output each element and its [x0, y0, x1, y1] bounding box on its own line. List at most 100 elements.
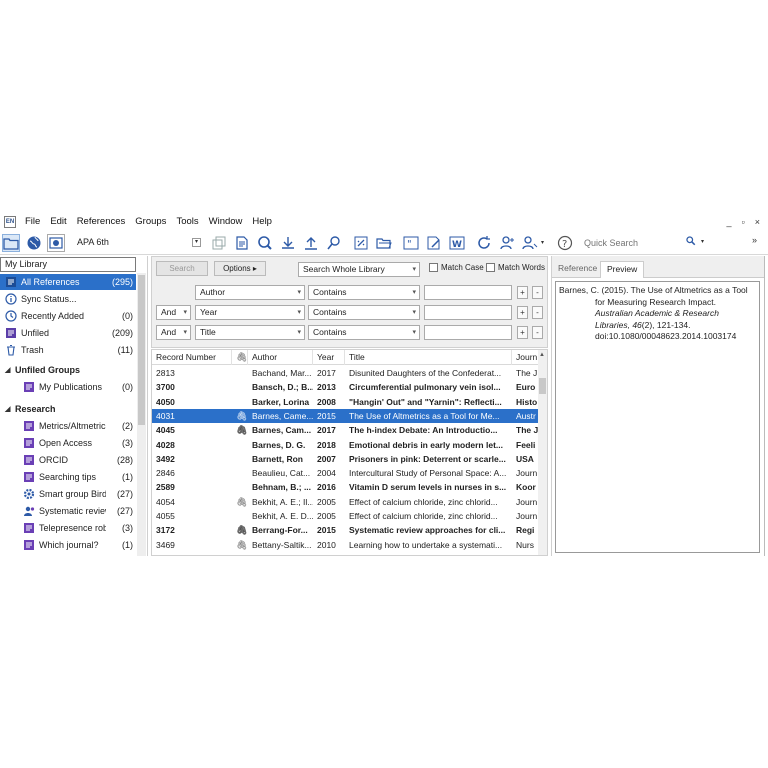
checkbox-box[interactable] [486, 263, 495, 272]
import-icon[interactable] [279, 234, 297, 252]
remove-row-button-2[interactable]: - [532, 306, 543, 319]
table-row[interactable]: 2589 Behnam, B.; ... 2016 Vitamin D serum l… [152, 480, 540, 494]
menu-file[interactable]: File [20, 213, 45, 231]
online-search-icon[interactable] [25, 234, 43, 252]
table-row[interactable]: 4028 Barnes, D. G. 2018 Emotional debris in… [152, 438, 540, 452]
sync-icon[interactable] [475, 234, 493, 252]
word-cite-icon[interactable]: W [448, 234, 466, 252]
library-title[interactable]: My Library [0, 257, 136, 272]
table-scrollbar[interactable]: ▲ [538, 350, 547, 555]
menu-help[interactable]: Help [247, 213, 277, 231]
menu-window[interactable]: Window [204, 213, 248, 231]
tab-reference[interactable]: Reference [552, 261, 603, 278]
table-row[interactable]: 4045 🖇 Barnes, Cam... 2017 The h-index Debat… [152, 423, 540, 437]
sidebar-scrollbar[interactable] [137, 273, 146, 556]
field-select-3[interactable]: Title ▾ [195, 325, 305, 340]
sidebar-item-all-references[interactable]: All References (295) [0, 274, 136, 290]
find-full-text-icon[interactable] [256, 234, 274, 252]
table-row[interactable]: 4054 🖇 Bekhit, A. E.; Il... 2005 Effect of c… [152, 495, 540, 509]
output-style-dropdown-icon[interactable]: ▾ [192, 238, 201, 247]
edit-reference-icon[interactable] [425, 234, 443, 252]
insert-citation-icon[interactable]: " [402, 234, 420, 252]
search-icon[interactable] [686, 236, 696, 249]
integrated-library-icon[interactable] [47, 234, 65, 252]
quick-search-dropdown-icon[interactable]: ▾ [701, 238, 704, 245]
checkbox-box[interactable] [429, 263, 438, 272]
boolean-select-3[interactable]: And ▾ [156, 325, 191, 340]
sidebar-item-metrics-altmetrics[interactable]: Metrics/Altmetrics (2) [0, 418, 136, 434]
search-scope-select[interactable]: Search Whole Library ▾ [298, 262, 420, 277]
sidebar-item-telepresence-robots[interactable]: Telepresence robots (3) [0, 520, 136, 536]
menu-groups[interactable]: Groups [130, 213, 171, 231]
add-row-button-2[interactable]: + [517, 306, 528, 319]
field-select-2[interactable]: Year ▾ [195, 305, 305, 320]
match-case-checkbox[interactable]: Match Case [429, 263, 484, 272]
table-row[interactable]: 4050 Barker, Lorina 2008 "Hangin' Out" and … [152, 395, 540, 409]
toolbar-overflow-icon[interactable]: » [752, 235, 757, 245]
search-library-icon[interactable] [325, 234, 343, 252]
column-journal[interactable]: Journ [512, 350, 540, 365]
sidebar-item-systematic-reviews[interactable]: Systematic reviews (27) [0, 503, 136, 519]
sidebar-item-trash[interactable]: Trash (11) [0, 342, 136, 358]
share-library-icon[interactable] [498, 234, 516, 252]
options-button[interactable]: Options ▸ [214, 261, 266, 276]
open-folder-icon[interactable] [375, 234, 393, 252]
group-set-unfiled-groups[interactable]: ◢ Unfiled Groups [0, 362, 136, 378]
table-row[interactable]: 4055 Bekhit, A. E. D... 2005 Effect of calc… [152, 509, 540, 523]
group-dropdown-icon[interactable]: ▾ [541, 239, 544, 246]
remove-row-button-1[interactable]: - [532, 286, 543, 299]
sidebar-item-smart-group-birds[interactable]: Smart group Birds (27) [0, 486, 136, 502]
add-row-button-3[interactable]: + [517, 326, 528, 339]
remove-row-button-3[interactable]: - [532, 326, 543, 339]
column-title[interactable]: Title [345, 350, 512, 365]
column-attachment[interactable]: 🖇 [232, 350, 248, 365]
search-term-input-3[interactable] [424, 325, 512, 340]
match-words-checkbox[interactable]: Match Words [486, 263, 545, 272]
table-row[interactable]: 2846 Beaulieu, Cat... 2004 Intercultural St… [152, 466, 540, 480]
sidebar-item-sync-status[interactable]: Sync Status... [0, 291, 136, 307]
table-row[interactable]: 2813 Bachand, Mar... 2017 Disunited Daughte… [152, 366, 540, 380]
group-set-research[interactable]: ◢ Research [0, 401, 136, 417]
sidebar-item-orcid[interactable]: ORCID (28) [0, 452, 136, 468]
sidebar-item-my-publications[interactable]: My Publications (0) [0, 379, 136, 395]
operator-select-3[interactable]: Contains ▾ [308, 325, 420, 340]
scroll-up-icon[interactable]: ▲ [539, 352, 545, 358]
column-year[interactable]: Year [313, 350, 345, 365]
menu-edit[interactable]: Edit [45, 213, 71, 231]
help-icon[interactable]: ? [556, 234, 574, 252]
scroll-thumb[interactable] [539, 378, 546, 394]
menu-references[interactable]: References [72, 213, 131, 231]
export-icon[interactable] [302, 234, 320, 252]
boolean-select-2[interactable]: And ▾ [156, 305, 191, 320]
collapse-arrow-icon[interactable]: ◢ [5, 405, 15, 413]
manage-group-icon[interactable] [521, 234, 539, 252]
search-button[interactable]: Search [156, 261, 208, 276]
close-button[interactable]: × [755, 213, 760, 231]
sidebar-item-recently-added[interactable]: Recently Added (0) [0, 308, 136, 324]
tab-preview[interactable]: Preview [600, 261, 645, 278]
sidebar-item-searching-tips[interactable]: Searching tips (1) [0, 469, 136, 485]
table-row[interactable]: 3469 🖇 Bettany-Saltik... 2010 Learning how t… [152, 538, 540, 552]
sidebar-item-unfiled[interactable]: Unfiled (209) [0, 325, 136, 341]
operator-select-1[interactable]: Contains ▾ [308, 285, 420, 300]
add-row-button-1[interactable]: + [517, 286, 528, 299]
minimize-button[interactable]: _ [727, 213, 732, 231]
link-icon[interactable] [352, 234, 370, 252]
table-row[interactable]: 3172 🖇 Berrang-For... 2015 Systematic review… [152, 523, 540, 537]
output-style-name[interactable]: APA 6th [77, 237, 109, 247]
new-reference-icon[interactable] [233, 234, 251, 252]
menu-tools[interactable]: Tools [171, 213, 203, 231]
table-row[interactable]: 4031 🖇 Barnes, Came... 2015 The Use of Altme… [152, 408, 540, 424]
restore-button[interactable]: ▫ [742, 213, 745, 231]
column-author[interactable]: Author [248, 350, 313, 365]
sidebar-item-which-journal[interactable]: Which journal? (1) [0, 537, 136, 553]
search-term-input-1[interactable] [424, 285, 512, 300]
copy-to-library-icon[interactable] [210, 234, 228, 252]
table-row[interactable]: 3700 Bansch, D.; B... 2013 Circumferential … [152, 380, 540, 394]
table-row[interactable]: 3492 Barnett, Ron 2007 Prisoners in pink: D… [152, 452, 540, 466]
collapse-arrow-icon[interactable]: ◢ [5, 366, 15, 374]
search-term-input-2[interactable] [424, 305, 512, 320]
local-library-icon[interactable] [2, 234, 20, 252]
column-record-number[interactable]: Record Number [152, 350, 232, 365]
sidebar-item-open-access[interactable]: Open Access (3) [0, 435, 136, 451]
